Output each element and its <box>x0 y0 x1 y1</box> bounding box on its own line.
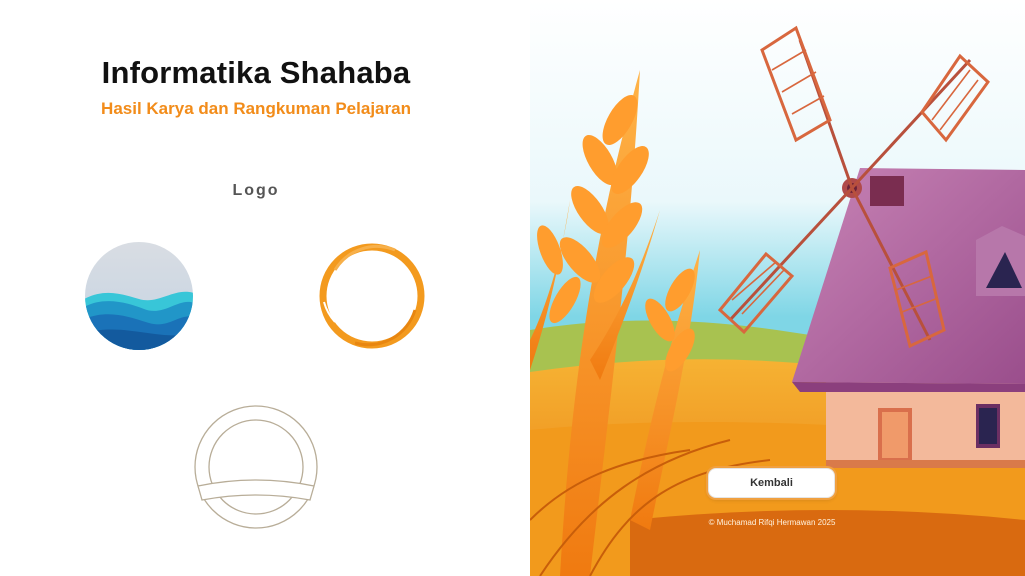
back-button[interactable]: Kembali <box>708 468 835 498</box>
copyright-text: © Muchamad Rifqi Hermawan 2025 <box>708 518 836 527</box>
site-title: Informatika Shahaba <box>101 55 411 90</box>
wave-circle-logo-icon <box>85 242 193 350</box>
site-subtitle: Hasil Karya dan Rangkuman Pelajaran <box>101 99 411 118</box>
logo-section-heading: Logo <box>232 182 280 199</box>
brush-ring-logo-icon <box>319 243 425 349</box>
left-panel: Informatika Shahaba Hasil Karya dan Rang… <box>0 0 530 576</box>
outline-ring-logo-icon <box>194 405 318 529</box>
